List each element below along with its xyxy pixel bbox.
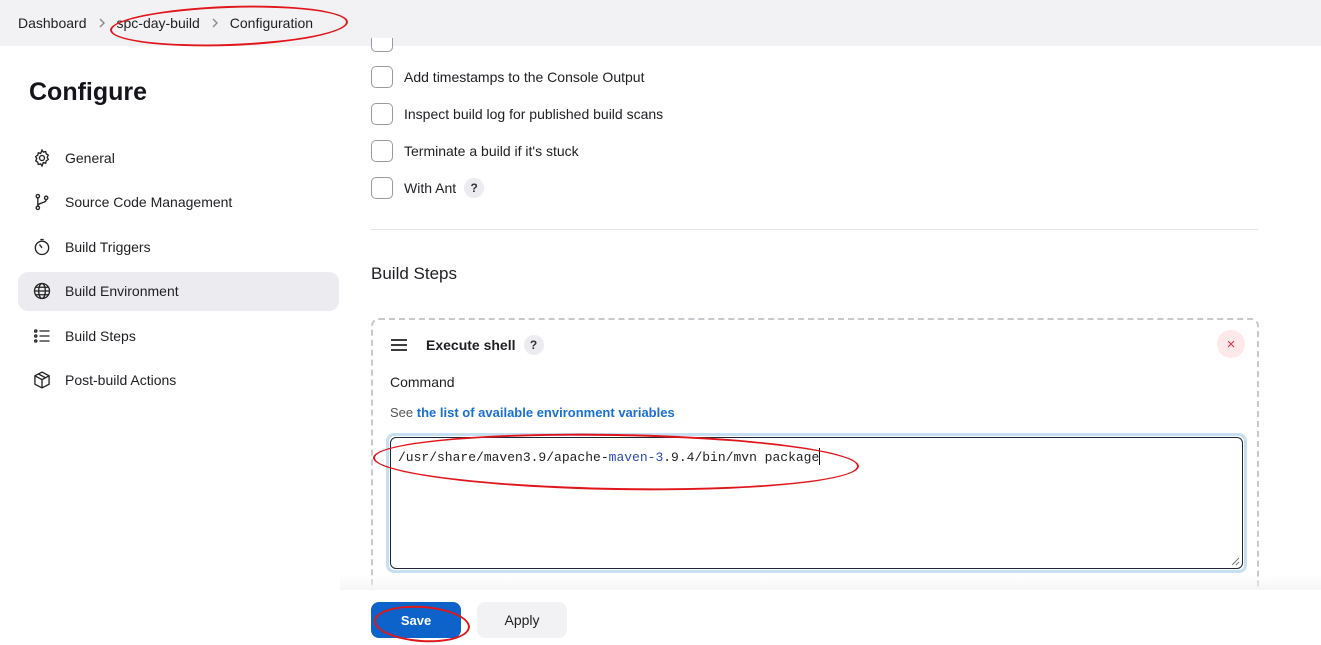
option-label: With Ant	[404, 180, 457, 196]
git-branch-icon	[31, 191, 53, 213]
scroll-fade	[340, 575, 1321, 591]
with-ant-checkbox[interactable]	[371, 177, 393, 199]
command-textarea[interactable]: /usr/share/maven3.9/apache-maven-3.9.4/b…	[390, 437, 1243, 569]
timer-icon	[31, 236, 53, 258]
gear-icon	[31, 147, 53, 169]
env-variables-link[interactable]: the list of available environment variab…	[417, 405, 675, 420]
option-add-timestamps[interactable]: Add timestamps to the Console Output	[371, 66, 644, 88]
section-divider	[371, 229, 1258, 230]
command-label: Command	[390, 374, 455, 390]
step-header: Execute shell ?	[390, 335, 544, 355]
command-text-highlight: maven-3	[608, 450, 664, 465]
chevron-right-icon	[87, 18, 117, 28]
inspect-build-log-checkbox[interactable]	[371, 103, 393, 125]
sidebar-item-build-triggers[interactable]: Build Triggers	[18, 227, 339, 266]
section-title-build-steps: Build Steps	[371, 264, 457, 283]
step-title: Execute shell	[426, 337, 516, 353]
help-icon[interactable]: ?	[523, 335, 544, 355]
chevron-right-icon	[200, 18, 230, 28]
apply-button[interactable]: Apply	[477, 602, 567, 638]
command-textarea-focus-ring: /usr/share/maven3.9/apache-maven-3.9.4/b…	[386, 433, 1247, 573]
help-icon[interactable]: ?	[464, 178, 485, 198]
page-title: Configure	[29, 78, 148, 106]
option-label: Inspect build log for published build sc…	[404, 106, 664, 122]
breadcrumb-job[interactable]: spc-day-build	[117, 15, 200, 31]
build-step-execute-shell: Execute shell ? × Command See the list o…	[371, 318, 1259, 608]
globe-icon	[31, 280, 53, 302]
env-variables-hint: See the list of available environment va…	[390, 405, 675, 420]
env-prefix: See	[390, 405, 414, 420]
sidebar-item-label: Build Environment	[65, 283, 179, 299]
option-label: Add timestamps to the Console Output	[404, 69, 645, 85]
drag-handle-icon[interactable]	[390, 338, 408, 352]
option-with-ant[interactable]: With Ant ?	[371, 177, 485, 199]
resize-grip-icon[interactable]	[1231, 557, 1240, 566]
save-button[interactable]: Save	[371, 602, 461, 638]
sidebar-item-label: General	[65, 149, 115, 166]
option-terminate-stuck[interactable]: Terminate a build if it's stuck	[371, 140, 579, 162]
command-text-part: .9.4/bin/mvn package	[663, 450, 820, 465]
option-inspect-build-log[interactable]: Inspect build log for published build sc…	[371, 103, 663, 125]
command-text-part: /usr/share/maven3.9/apache-	[398, 450, 609, 465]
terminate-stuck-checkbox[interactable]	[371, 140, 393, 162]
sidebar: General Source Code Management Build Tri…	[18, 138, 339, 405]
sidebar-item-post-build-actions[interactable]: Post-build Actions	[18, 361, 339, 400]
delete-step-button[interactable]: ×	[1217, 330, 1245, 358]
breadcrumb-dashboard[interactable]: Dashboard	[18, 15, 87, 31]
sidebar-item-label: Source Code Management	[65, 194, 233, 210]
sidebar-item-general[interactable]: General	[18, 138, 339, 177]
sidebar-item-source-code-management[interactable]: Source Code Management	[18, 183, 339, 222]
sidebar-item-label: Post-build Actions	[65, 372, 177, 388]
sidebar-item-label: Build Steps	[65, 327, 136, 344]
list-icon	[31, 325, 53, 347]
sidebar-item-build-steps[interactable]: Build Steps	[18, 316, 339, 355]
text-caret	[819, 448, 821, 465]
package-icon	[31, 369, 53, 391]
bottom-action-bar	[0, 590, 1321, 645]
breadcrumb-configuration[interactable]: Configuration	[230, 15, 313, 31]
timestamps-checkbox[interactable]	[371, 66, 393, 88]
option-label: Terminate a build if it's stuck	[404, 143, 579, 159]
breadcrumb: Dashboard spc-day-build Configuration	[0, 0, 1321, 46]
sidebar-item-build-environment[interactable]: Build Environment	[18, 271, 339, 311]
sidebar-item-label: Build Triggers	[65, 238, 151, 255]
